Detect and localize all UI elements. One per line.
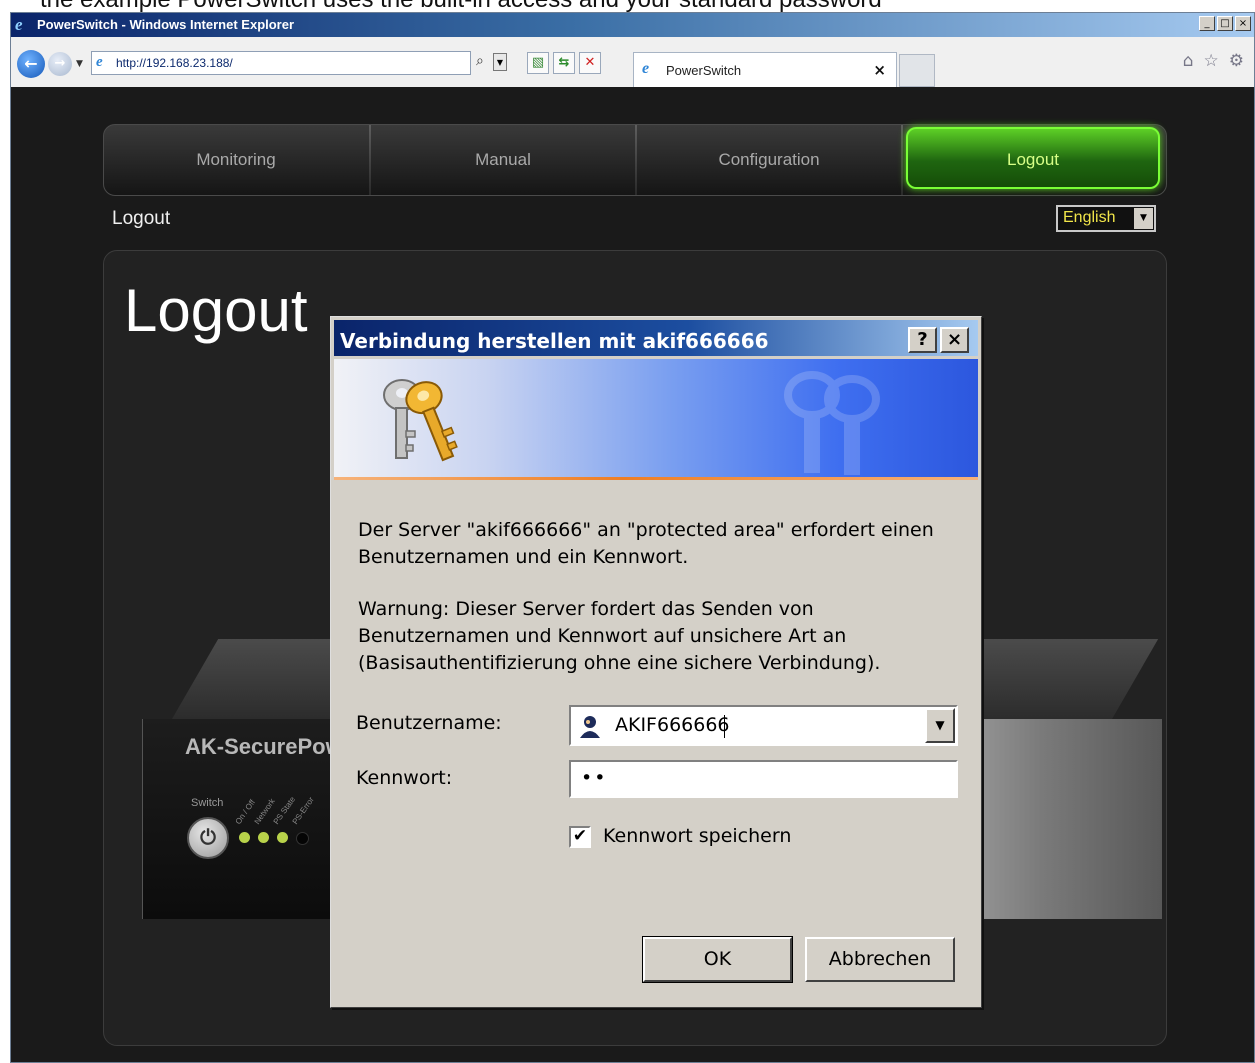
ok-button[interactable]: OK: [642, 936, 793, 983]
ie-logo-icon: e: [15, 15, 23, 34]
led-on-off: [239, 832, 250, 843]
tab-powerswitch[interactable]: e PowerSwitch ×: [633, 52, 897, 87]
page-top-text: the example PowerSwitch uses the built-i…: [40, 0, 882, 12]
close-window-button[interactable]: ×: [1235, 16, 1251, 31]
device-switch-label: Switch: [191, 797, 224, 809]
nav-divider: [901, 125, 903, 195]
password-field[interactable]: ••: [569, 760, 958, 798]
language-value: English: [1063, 209, 1116, 226]
led-ps-error: [296, 832, 309, 845]
message-line-1: Der Server "akif666666" an "protected ar…: [358, 519, 934, 541]
ie-tab-icon: e: [642, 60, 650, 77]
browser-toolbar-icons: ⌂ ☆ ⚙: [1183, 51, 1244, 71]
tab-label: PowerSwitch: [666, 63, 742, 78]
tab-manual[interactable]: Manual: [371, 125, 635, 195]
password-value[interactable]: ••: [581, 767, 607, 789]
page-top-text-fragment: the example PowerSwitch uses the built-i…: [0, 0, 1255, 12]
power-icon: ⏻: [187, 817, 229, 859]
stop-icon[interactable]: ✕: [579, 52, 601, 74]
window-controls: _ □ ×: [1199, 16, 1251, 31]
remember-password-checkbox[interactable]: ✔: [569, 826, 591, 848]
search-icon[interactable]: ⌕: [476, 53, 484, 69]
user-icon: [578, 714, 602, 738]
dialog-title: Verbindung herstellen mit akif666666: [340, 329, 769, 353]
window-title: PowerSwitch - Windows Internet Explorer: [37, 17, 295, 32]
dialog-banner: [334, 359, 978, 477]
history-dropdown-icon[interactable]: ▼: [76, 59, 83, 69]
address-bar[interactable]: e http://192.168.23.188/: [91, 51, 471, 75]
back-icon[interactable]: ←: [17, 50, 45, 78]
tab-monitoring[interactable]: Monitoring: [104, 125, 368, 195]
keys-icon: [383, 379, 458, 462]
refresh-icon[interactable]: ⇆: [553, 52, 575, 74]
close-dialog-button[interactable]: ×: [940, 327, 969, 353]
ie-page-icon: e: [96, 54, 103, 70]
browser-navbar: ← → ▼ e http://192.168.23.188/ ⌕ ▼ ▧ ⇆ ✕…: [11, 37, 1254, 88]
forward-icon[interactable]: →: [48, 52, 72, 76]
remember-password-label[interactable]: Kennwort speichern: [603, 825, 791, 847]
banner-divider: [334, 477, 978, 480]
main-nav: Monitoring Manual Configuration Logout: [103, 124, 1167, 196]
home-icon[interactable]: ⌂: [1183, 51, 1194, 71]
favorites-star-icon[interactable]: ☆: [1204, 51, 1219, 71]
maximize-button[interactable]: □: [1217, 16, 1233, 31]
password-label: Kennwort:: [356, 767, 453, 789]
breadcrumb: Logout: [112, 208, 171, 229]
chevron-down-icon[interactable]: ▼: [1134, 208, 1153, 229]
warning-line-1: Warnung: Dieser Server fordert das Sende…: [358, 598, 814, 620]
tab-configuration[interactable]: Configuration: [637, 125, 901, 195]
keys-watermark-icon: [784, 371, 880, 475]
page-title: Logout: [124, 277, 308, 344]
new-tab-button[interactable]: [899, 54, 935, 87]
auth-dialog: Verbindung herstellen mit akif666666 ? ×: [330, 316, 982, 1008]
window-titlebar[interactable]: e PowerSwitch - Windows Internet Explore…: [11, 13, 1254, 37]
cancel-button[interactable]: Abbrechen: [805, 937, 955, 982]
text-caret: [724, 715, 725, 738]
led-network: [258, 832, 269, 843]
username-value[interactable]: AKIF666666: [615, 714, 730, 736]
warning-line-2: Benutzernamen und Kennwort auf unsichere…: [358, 625, 847, 647]
compatibility-view-icon[interactable]: ▧: [527, 52, 549, 74]
address-dropdown-icon[interactable]: ▼: [493, 53, 507, 71]
minimize-button[interactable]: _: [1199, 16, 1215, 31]
username-label: Benutzername:: [356, 712, 502, 734]
device-side-surface: [962, 719, 1162, 919]
tab-logout[interactable]: Logout: [906, 127, 1160, 189]
warning-line-3: (Basisauthentifizierung ohne eine sicher…: [358, 652, 881, 674]
chevron-down-icon[interactable]: ▼: [925, 708, 955, 743]
settings-gear-icon[interactable]: ⚙: [1229, 51, 1244, 71]
led-ps-state: [277, 832, 288, 843]
dialog-titlebar[interactable]: Verbindung herstellen mit akif666666 ? ×: [334, 320, 978, 356]
message-line-2: Benutzernamen und ein Kennwort.: [358, 546, 689, 568]
tab-close-icon[interactable]: ×: [873, 61, 886, 79]
username-combobox[interactable]: AKIF666666 ▼: [569, 705, 958, 746]
address-url[interactable]: http://192.168.23.188/: [116, 56, 233, 70]
help-button[interactable]: ?: [908, 327, 937, 353]
language-select[interactable]: English ▼: [1056, 205, 1156, 232]
